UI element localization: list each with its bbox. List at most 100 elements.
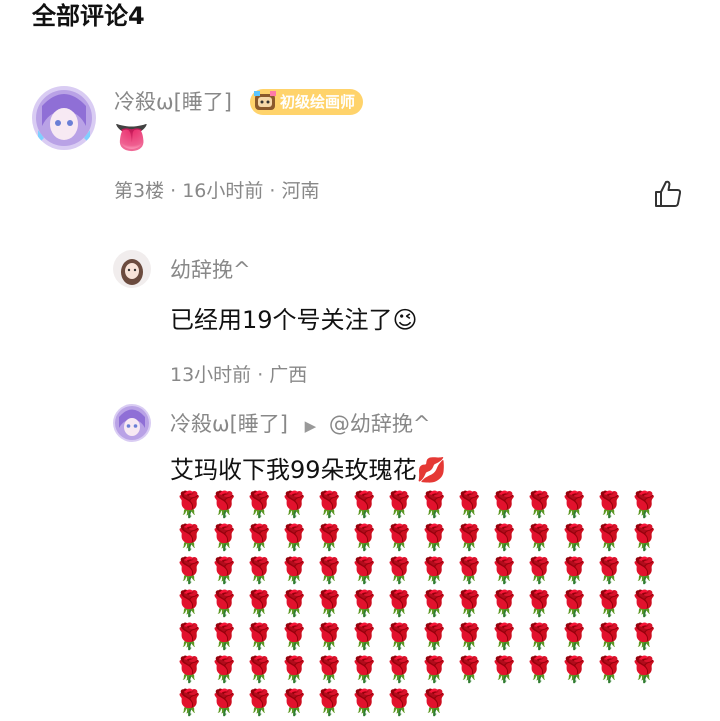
reply-username-line: 冷殺ω[睡了] ▶ @幼辞挽^ <box>170 410 431 440</box>
rose-emoji: 🌹 <box>593 622 626 651</box>
rose-emoji: 🌹 <box>523 622 556 651</box>
rose-emoji: 🌹 <box>418 688 451 717</box>
rose-emoji: 🌹 <box>593 556 626 585</box>
rose-emoji: 🌹 <box>383 589 416 618</box>
rose-emoji: 🌹 <box>313 655 346 684</box>
rose-emoji: 🌹 <box>348 655 381 684</box>
rose-emoji: 🌹 <box>173 655 206 684</box>
comment-meta: 第3楼 · 16小时前 · 河南 <box>114 180 320 202</box>
rose-emoji: 🌹 <box>348 523 381 552</box>
rose-emoji: 🌹 <box>453 523 486 552</box>
reply-avatar[interactable] <box>113 250 151 288</box>
rose-emoji: 🌹 <box>173 688 206 717</box>
rose-emoji: 🌹 <box>208 655 241 684</box>
rose-emoji: 🌹 <box>523 523 556 552</box>
rose-emoji: 🌹 <box>523 490 556 519</box>
rose-emoji: 🌹 <box>208 688 241 717</box>
rose-emoji: 🌹 <box>628 490 661 519</box>
rose-emoji: 🌹 <box>453 556 486 585</box>
rose-emoji: 🌹 <box>523 655 556 684</box>
rose-emoji: 🌹 <box>313 589 346 618</box>
rose-emoji: 🌹 <box>488 556 521 585</box>
rose-emoji: 🌹 <box>243 655 276 684</box>
reply-avatar[interactable] <box>113 404 151 442</box>
rose-emoji: 🌹 <box>208 490 241 519</box>
rose-emoji: 🌹 <box>173 556 206 585</box>
reply-username[interactable]: 幼辞挽^ <box>170 256 251 284</box>
rose-emoji: 🌹 <box>208 622 241 651</box>
rose-emoji: 🌹 <box>173 589 206 618</box>
rose-emoji: 🌹 <box>418 589 451 618</box>
rose-emoji: 🌹 <box>453 655 486 684</box>
rose-emoji: 🌹 <box>628 589 661 618</box>
rose-emoji: 🌹 <box>278 523 311 552</box>
like-button[interactable] <box>652 178 684 210</box>
rose-emoji: 🌹 <box>313 556 346 585</box>
rose-emoji: 🌹 <box>593 490 626 519</box>
rose-emoji: 🌹 <box>278 490 311 519</box>
rose-emoji: 🌹 <box>488 523 521 552</box>
rose-emoji: 🌹 <box>208 589 241 618</box>
rose-emoji: 🌹 <box>243 688 276 717</box>
rose-emoji: 🌹 <box>558 655 591 684</box>
avatar[interactable] <box>32 86 96 150</box>
rose-emoji: 🌹 <box>278 655 311 684</box>
rose-emoji: 🌹 <box>418 556 451 585</box>
painter-badge-icon <box>252 89 278 115</box>
rose-emoji: 🌹 <box>313 523 346 552</box>
rose-emoji: 🌹 <box>348 589 381 618</box>
rose-emoji: 🌹 <box>453 490 486 519</box>
rose-emoji: 🌹 <box>523 589 556 618</box>
rose-emoji: 🌹 <box>488 655 521 684</box>
thumbs-up-icon <box>652 180 684 214</box>
rose-emoji: 🌹 <box>383 556 416 585</box>
rose-emoji: 🌹 <box>558 556 591 585</box>
rose-emoji: 🌹 <box>243 622 276 651</box>
rose-emoji: 🌹 <box>243 523 276 552</box>
reply-username[interactable]: 冷殺ω[睡了] <box>170 412 288 436</box>
rose-emoji: 🌹 <box>523 556 556 585</box>
reply-meta: 13小时前 · 广西 <box>170 364 308 386</box>
user-level-badge[interactable]: 初级绘画师 <box>250 89 364 115</box>
rose-emoji: 🌹 <box>383 655 416 684</box>
rose-emoji: 🌹 <box>628 622 661 651</box>
triangle-right-icon: ▶ <box>304 417 317 435</box>
rose-emoji: 🌹 <box>558 490 591 519</box>
rose-emoji: 🌹 <box>173 622 206 651</box>
rose-emoji: 🌹 <box>173 523 206 552</box>
rose-emoji: 🌹 <box>348 556 381 585</box>
rose-emoji: 🌹 <box>488 622 521 651</box>
rose-emoji: 🌹 <box>593 589 626 618</box>
reply-text: 艾玛收下我99朵玫瑰花💋 <box>170 456 447 484</box>
comment-username[interactable]: 冷殺ω[睡了] <box>114 88 232 116</box>
rose-emoji: 🌹 <box>628 655 661 684</box>
rose-emoji: 🌹 <box>418 523 451 552</box>
reply-text: 已经用19个号关注了😉 <box>170 306 418 334</box>
badge-label: 初级绘画师 <box>280 93 356 111</box>
rose-emoji: 🌹 <box>453 622 486 651</box>
rose-emoji: 🌹 <box>418 622 451 651</box>
rose-emoji: 🌹 <box>558 523 591 552</box>
rose-emoji: 🌹 <box>418 490 451 519</box>
rose-emoji: 🌹 <box>313 688 346 717</box>
rose-emoji: 🌹 <box>628 523 661 552</box>
rose-emoji: 🌹 <box>313 622 346 651</box>
rose-emoji: 🌹 <box>348 490 381 519</box>
rose-emoji: 🌹 <box>243 589 276 618</box>
rose-emoji: 🌹 <box>243 490 276 519</box>
comment-text: 👅 <box>114 121 149 154</box>
rose-emoji: 🌹 <box>418 655 451 684</box>
rose-emoji: 🌹 <box>208 523 241 552</box>
rose-emoji: 🌹 <box>278 622 311 651</box>
rose-emoji: 🌹 <box>383 490 416 519</box>
reply-to-mention[interactable]: @幼辞挽^ <box>329 412 431 436</box>
rose-emoji: 🌹 <box>348 688 381 717</box>
rose-emoji: 🌹 <box>278 556 311 585</box>
rose-emoji: 🌹 <box>313 490 346 519</box>
rose-emoji: 🌹 <box>593 655 626 684</box>
rose-emoji-grid: 🌹 🌹 🌹 🌹 🌹 🌹 🌹 🌹 🌹 🌹 🌹 🌹 🌹 🌹 🌹 🌹 🌹 🌹 🌹 🌹 🌹 🌹 🌹 🌹 🌹 🌹 🌹 🌹 🌹 🌹 🌹 🌹 🌹 🌹 🌹 🌹 🌹 🌹 🌹 🌹… <box>172 488 662 719</box>
rose-emoji: 🌹 <box>278 589 311 618</box>
rose-emoji: 🌹 <box>488 490 521 519</box>
rose-emoji: 🌹 <box>593 523 626 552</box>
rose-emoji: 🌹 <box>383 523 416 552</box>
